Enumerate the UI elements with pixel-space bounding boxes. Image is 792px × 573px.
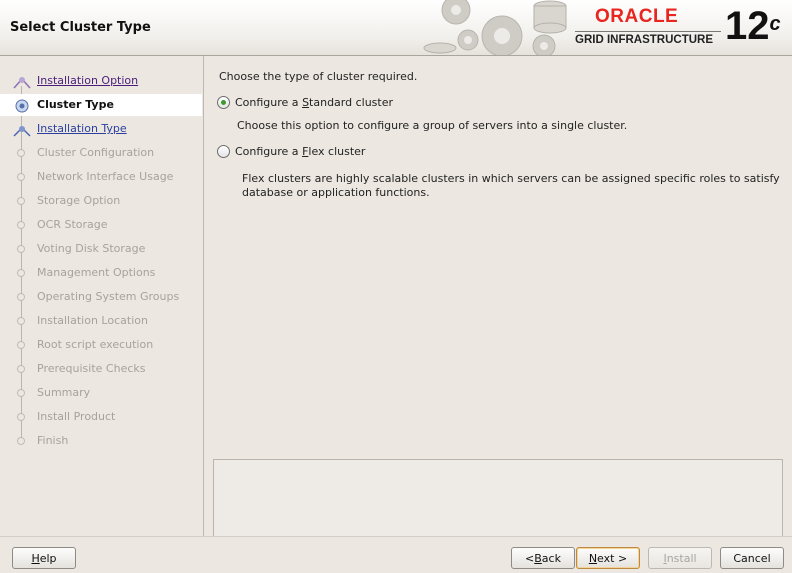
button-bar: Help < Back Next > Install Cancel	[0, 536, 792, 573]
nav-step-network-interface-usage: Network Interface Usage	[0, 166, 202, 188]
nav-step-cluster-configuration: Cluster Configuration	[0, 142, 202, 164]
pending-step-icon	[17, 293, 25, 301]
oracle-wordmark: ORACLE	[595, 6, 679, 27]
nav-step-label: OCR Storage	[37, 218, 108, 231]
logo-divider	[575, 31, 721, 32]
nav-step-label: Management Options	[37, 266, 156, 279]
nav-step-install-product: Install Product	[0, 406, 202, 428]
nav-step-storage-option: Storage Option	[0, 190, 202, 212]
nav-step-installation-location: Installation Location	[0, 310, 202, 332]
nav-step-label: Network Interface Usage	[37, 170, 174, 183]
nav-step-label: Cluster Configuration	[37, 146, 155, 159]
nav-step-label: Installation Type	[37, 122, 127, 135]
page-title: Select Cluster Type	[10, 20, 151, 35]
pending-step-icon	[17, 197, 25, 205]
standard-cluster-radio[interactable]	[217, 96, 230, 109]
link-step-icon	[13, 126, 31, 137]
prompt-text: Choose the type of cluster required.	[219, 70, 418, 83]
pending-step-icon	[17, 245, 25, 253]
next-button[interactable]: Next >	[576, 547, 640, 569]
pending-step-icon	[17, 173, 25, 181]
nav-step-label: Root script execution	[37, 338, 154, 351]
standard-cluster-option[interactable]: Configure a Standard cluster	[217, 96, 393, 109]
oracle-logo: ORACLE GRID INFRASTRUCTURE	[573, 6, 721, 48]
version-number: 12	[725, 4, 770, 48]
nav-step-installation-option[interactable]: Installation Option	[0, 70, 202, 92]
pending-step-icon	[17, 221, 25, 229]
nav-step-label: Storage Option	[37, 194, 121, 207]
flex-cluster-option[interactable]: Configure a Flex cluster	[217, 145, 365, 158]
nav-step-label: Finish	[37, 434, 69, 447]
nav-step-label: Install Product	[37, 410, 116, 423]
standard-cluster-description: Choose this option to configure a group …	[237, 119, 628, 132]
nav-step-label: Voting Disk Storage	[37, 242, 146, 255]
cancel-button[interactable]: Cancel	[720, 547, 784, 569]
pending-step-icon	[17, 317, 25, 325]
nav-step-voting-disk-storage: Voting Disk Storage	[0, 238, 202, 260]
current-step-icon	[15, 99, 29, 113]
nav-step-root-script-execution: Root script execution	[0, 334, 202, 356]
flex-description-line-2: database or application functions.	[242, 186, 430, 199]
nav-step-label: Cluster Type	[37, 98, 114, 111]
nav-step-label: Installation Location	[37, 314, 148, 327]
pending-step-icon	[17, 341, 25, 349]
pending-step-icon	[17, 413, 25, 421]
message-area	[213, 459, 783, 537]
visited-step-icon	[13, 77, 31, 89]
steps-navigation: Installation Option Cluster Type Installat…	[0, 56, 203, 536]
flex-cluster-description: Flex clusters are highly scalable cluste…	[242, 172, 780, 200]
pending-step-icon	[17, 269, 25, 277]
main-content: Choose the type of cluster required. Con…	[204, 56, 792, 537]
nav-step-ocr-storage: OCR Storage	[0, 214, 202, 236]
flex-cluster-radio[interactable]	[217, 145, 230, 158]
nav-step-prerequisite-checks: Prerequisite Checks	[0, 358, 202, 380]
standard-cluster-label[interactable]: Configure a Standard cluster	[235, 96, 393, 109]
nav-step-label: Operating System Groups	[37, 290, 180, 303]
install-button[interactable]: Install	[648, 547, 712, 569]
help-button[interactable]: Help	[12, 547, 76, 569]
nav-step-operating-system-groups: Operating System Groups	[0, 286, 202, 308]
header-banner: Select Cluster Type ORACLE GRID INFRASTR…	[0, 0, 792, 56]
nav-step-label: Summary	[37, 386, 91, 399]
nav-step-finish: Finish	[0, 430, 202, 452]
pending-step-icon	[17, 437, 25, 445]
nav-step-label: Installation Option	[37, 74, 139, 87]
gears-graphic-icon	[423, 0, 567, 55]
nav-step-summary: Summary	[0, 382, 202, 404]
version-suffix: c	[769, 13, 781, 35]
pending-step-icon	[17, 389, 25, 397]
nav-step-cluster-type[interactable]: Cluster Type	[0, 94, 202, 116]
pending-step-icon	[17, 365, 25, 373]
back-button[interactable]: < Back	[511, 547, 575, 569]
flex-description-line-1: Flex clusters are highly scalable cluste…	[242, 172, 780, 185]
product-name: GRID INFRASTRUCTURE	[575, 34, 713, 46]
nav-step-label: Prerequisite Checks	[37, 362, 146, 375]
nav-step-management-options: Management Options	[0, 262, 202, 284]
version-badge: 12c	[725, 4, 781, 48]
pending-step-icon	[17, 149, 25, 157]
flex-cluster-label[interactable]: Configure a Flex cluster	[235, 145, 365, 158]
nav-step-installation-type[interactable]: Installation Type	[0, 118, 202, 140]
